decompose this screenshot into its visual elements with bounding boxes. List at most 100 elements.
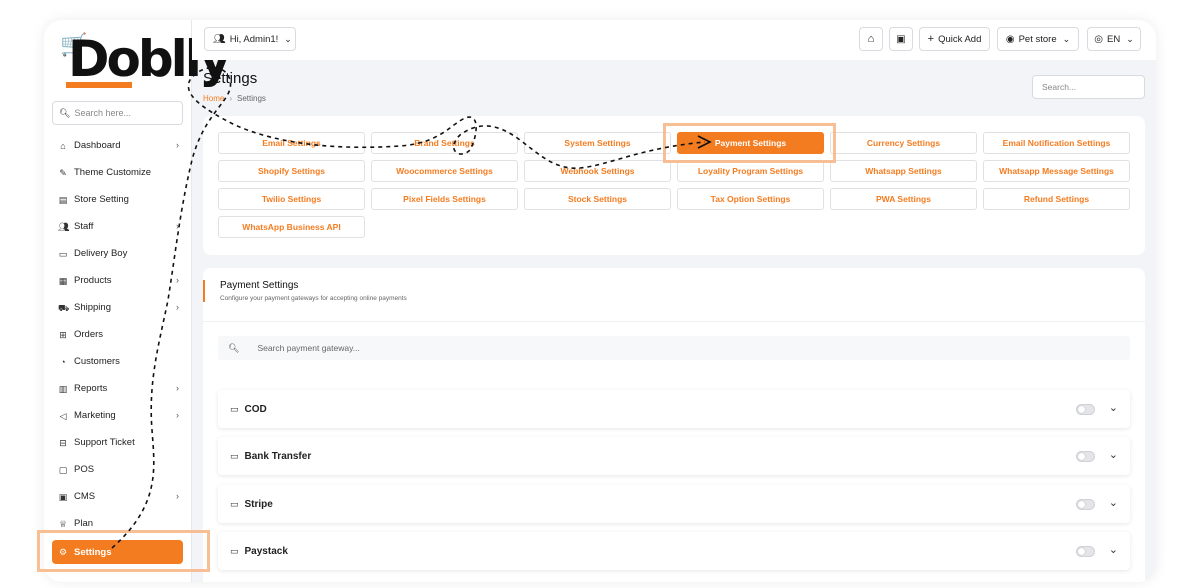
- sidebar-search[interactable]: 🔍︎: [52, 101, 183, 125]
- sidebar-item-staff[interactable]: 👥︎ Staff ›: [52, 213, 183, 240]
- media-button[interactable]: ▣: [889, 27, 913, 51]
- megaphone-icon: ◁: [59, 410, 67, 421]
- globe-icon: ◎: [1094, 33, 1103, 45]
- sidebar-item-label: Marketing: [74, 410, 116, 421]
- home-icon: ⌂: [867, 33, 875, 45]
- tab-stock-settings[interactable]: Stock Settings: [524, 188, 671, 210]
- breadcrumb: Home › Settings: [203, 94, 266, 103]
- chevron-right-icon: ›: [176, 383, 179, 393]
- sidebar-item-label: Plan: [74, 518, 94, 529]
- chevron-down-icon[interactable]: ⌄: [1109, 448, 1118, 461]
- sidebar-item-orders[interactable]: ⊞ Orders: [52, 321, 183, 348]
- tab-webhook-settings[interactable]: Webhook Settings: [524, 160, 671, 182]
- tab-woocommerce-settings[interactable]: Woocommerce Settings: [371, 160, 518, 182]
- gateway-row-bank-transfer[interactable]: ▭ Bank Transfer ⌄: [218, 437, 1130, 475]
- gateway-enable-toggle[interactable]: [1076, 451, 1095, 462]
- sidebar-search-input[interactable]: [74, 108, 175, 118]
- chevron-down-icon: ⌄: [1062, 33, 1071, 44]
- tab-shopify-settings[interactable]: Shopify Settings: [218, 160, 365, 182]
- tab-pixel-fields-settings[interactable]: Pixel Fields Settings: [371, 188, 518, 210]
- tab-email-settings[interactable]: Email Settings: [218, 132, 365, 154]
- toggle-knob: [1078, 406, 1085, 413]
- sidebar-item-marketing[interactable]: ◁ Marketing ›: [52, 402, 183, 429]
- sidebar-item-customers[interactable]: ◔ Customers: [52, 348, 183, 375]
- sidebar-item-support-ticket[interactable]: ⊟ Support Ticket: [52, 429, 183, 456]
- sidebar-item-label: Reports: [74, 383, 108, 394]
- language-select[interactable]: ◎ EN ⌄: [1087, 27, 1141, 51]
- gateway-name: COD: [244, 403, 267, 415]
- cart-icon: ⊞: [59, 329, 67, 340]
- breadcrumb-separator: ›: [229, 94, 233, 103]
- shipping-icon: ⛟: [58, 302, 70, 313]
- user-menu-button[interactable]: 👥︎ Hi, Admin1! ⌄: [204, 27, 296, 51]
- pos-icon: ▢: [58, 464, 68, 475]
- tab-brand-settings[interactable]: Brand Settings: [371, 132, 518, 154]
- tab-email-notification-settings[interactable]: Email Notification Settings: [983, 132, 1130, 154]
- gateway-search[interactable]: 🔍︎: [218, 336, 1130, 360]
- chart-icon: ▥: [58, 383, 68, 394]
- trophy-icon: ♕: [58, 518, 68, 529]
- quick-add-label: Quick Add: [938, 33, 982, 45]
- page-search[interactable]: [1032, 75, 1145, 99]
- tab-whatsapp-message-settings[interactable]: Whatsapp Message Settings: [983, 160, 1130, 182]
- gateway-row-paystack[interactable]: ▭ Paystack ⌄: [218, 532, 1130, 570]
- toggle-knob: [1078, 453, 1085, 460]
- card-icon: ▭: [230, 498, 239, 509]
- sidebar-item-shipping[interactable]: ⛟ Shipping ›: [52, 294, 183, 321]
- chevron-down-icon[interactable]: ⌄: [1109, 543, 1118, 556]
- sidebar-item-label: Delivery Boy: [74, 248, 128, 259]
- chevron-right-icon: ›: [176, 491, 179, 501]
- sidebar-item-label: Support Ticket: [74, 437, 135, 448]
- sidebar-item-store-setting[interactable]: ▤ Store Setting: [52, 186, 183, 213]
- home-button[interactable]: ⌂: [859, 27, 883, 51]
- sidebar-item-delivery-boy[interactable]: ▭ Delivery Boy: [52, 240, 183, 267]
- gateway-enable-toggle[interactable]: [1076, 404, 1095, 415]
- sidebar-item-cms[interactable]: ▣ CMS ›: [52, 483, 183, 510]
- greeting-text: Hi, Admin1!: [229, 33, 279, 45]
- sidebar-item-label: Staff: [74, 221, 94, 232]
- chevron-down-icon: ⌄: [1126, 33, 1134, 44]
- chevron-down-icon[interactable]: ⌄: [1109, 401, 1118, 414]
- tab-refund-settings[interactable]: Refund Settings: [983, 188, 1130, 210]
- tab-tax-option-settings[interactable]: Tax Option Settings: [677, 188, 824, 210]
- tab-loyality-program-settings[interactable]: Loyality Program Settings: [677, 160, 824, 182]
- sidebar-item-label: Products: [74, 275, 112, 286]
- topbar: 👥︎ Hi, Admin1! ⌄ ⌂ ▣ + Quick Add ◉ Pet s…: [192, 20, 1156, 60]
- sidebar-item-label: POS: [74, 464, 95, 475]
- gateway-enable-toggle[interactable]: [1076, 499, 1095, 510]
- sidebar-item-products[interactable]: ▦ Products ›: [52, 267, 183, 294]
- store-select[interactable]: ◉ Pet store ⌄: [997, 27, 1079, 51]
- tab-pwa-settings[interactable]: PWA Settings: [830, 188, 977, 210]
- quick-add-button[interactable]: + Quick Add: [919, 27, 990, 51]
- media-icon: ▣: [896, 33, 906, 45]
- search-icon: 🔍︎: [228, 342, 240, 353]
- user-icon: ◔: [60, 356, 66, 367]
- sidebar-item-pos[interactable]: ▢ POS: [52, 456, 183, 483]
- card-icon: ▭: [230, 545, 239, 556]
- tab-twilio-settings[interactable]: Twilio Settings: [218, 188, 365, 210]
- page-search-input[interactable]: [1042, 82, 1137, 92]
- payment-highlight-box: [663, 123, 836, 163]
- sidebar-item-label: Store Setting: [74, 194, 129, 205]
- gateway-search-input[interactable]: [257, 343, 758, 353]
- sidebar: 🛒 Doblly 🔍︎ ⌂ Dashboard › ✎ Theme Customize ▤…: [44, 20, 232, 582]
- sidebar-item-label: Customers: [74, 356, 120, 367]
- breadcrumb-home-link[interactable]: Home: [203, 94, 224, 103]
- gateway-enable-toggle[interactable]: [1076, 546, 1095, 557]
- sidebar-item-label: Theme Customize: [74, 167, 152, 178]
- sidebar-item-dashboard[interactable]: ⌂ Dashboard ›: [52, 132, 183, 159]
- tab-currency-settings[interactable]: Currency Settings: [830, 132, 977, 154]
- cms-icon: ▣: [58, 491, 68, 502]
- tab-system-settings[interactable]: System Settings: [524, 132, 671, 154]
- divider: [203, 321, 1145, 322]
- sidebar-item-reports[interactable]: ▥ Reports ›: [52, 375, 183, 402]
- chevron-down-icon[interactable]: ⌄: [1109, 496, 1118, 509]
- tab-whatsapp-settings[interactable]: Whatsapp Settings: [830, 160, 977, 182]
- sidebar-item-theme-customize[interactable]: ✎ Theme Customize: [52, 159, 183, 186]
- gateway-name: Paystack: [244, 545, 288, 557]
- palette-icon: ◉: [1005, 33, 1015, 45]
- gateway-row-cod[interactable]: ▭ COD ⌄: [218, 390, 1130, 428]
- chevron-right-icon: ›: [176, 221, 179, 231]
- tab-whatsapp-business-api[interactable]: WhatsApp Business API: [218, 216, 365, 238]
- gateway-row-stripe[interactable]: ▭ Stripe ⌄: [218, 485, 1130, 523]
